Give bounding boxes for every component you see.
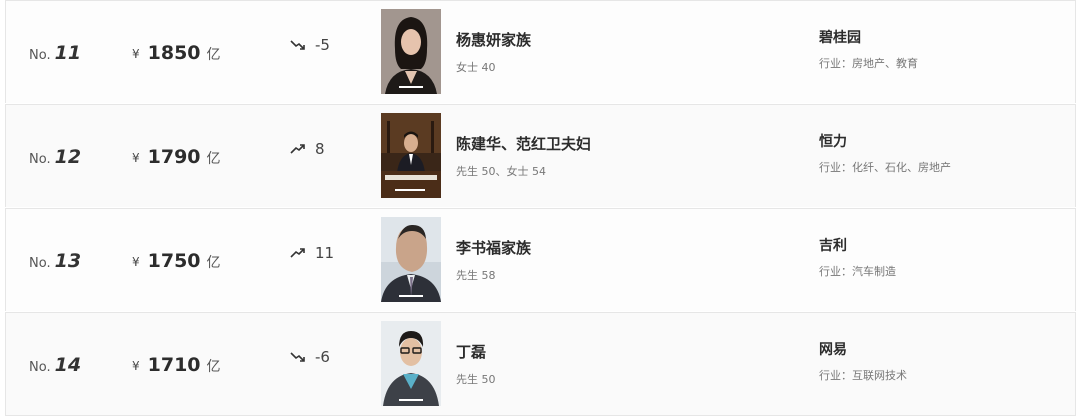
person-name[interactable]: 陈建华、范红卫夫妇 [456,133,591,155]
wealth: ¥ 1750 亿 [132,209,221,312]
rank: No. 12 [29,105,81,208]
wealth-amount: 1790 [147,145,201,168]
wealth-amount: 1750 [147,249,201,272]
person: 杨惠妍家族 女士 40 [456,29,531,75]
rank-prefix: No. [29,360,51,375]
person: 丁磊 先生 50 [456,341,496,387]
wealth-unit: 亿 [206,151,221,167]
rank-number: 11 [54,41,82,64]
wealth-unit: 亿 [206,359,221,375]
rank-change-value: 11 [315,243,335,262]
rank-change-value: -6 [315,347,330,366]
ranking-row[interactable]: No. 12 ¥ 1790 亿 8 陈建华、范红卫夫妇 先生 50、女士 54 … [5,104,1076,207]
rank-change: -6 [290,305,330,408]
industry: 行业：房地产、教育 [819,57,918,70]
currency-symbol: ¥ [132,255,140,269]
company-name[interactable]: 吉利 [819,236,896,256]
wealth: ¥ 1710 亿 [132,313,221,416]
rank-change: -5 [290,0,330,96]
person-photo[interactable] [381,321,441,406]
company: 恒力 行业：化纤、石化、房地产 [819,132,951,175]
wealth-unit: 亿 [206,47,221,63]
wealth-amount: 1850 [147,41,201,64]
wealth: ¥ 1790 亿 [132,105,221,208]
person-name[interactable]: 丁磊 [456,341,496,363]
wealth-unit: 亿 [206,255,221,271]
currency-symbol: ¥ [132,47,140,61]
trend-up-icon [290,143,305,154]
rank: No. 11 [29,1,81,104]
rank-prefix: No. [29,152,51,167]
rank-prefix: No. [29,256,51,271]
person-info: 女士 40 [456,61,496,74]
company-name[interactable]: 网易 [819,340,907,360]
industry: 行业：化纤、石化、房地产 [819,161,951,174]
rank: No. 13 [29,209,81,312]
company-name[interactable]: 恒力 [819,132,951,152]
rank-prefix: No. [29,48,51,63]
industry: 行业：汽车制造 [819,265,896,278]
currency-symbol: ¥ [132,151,140,165]
person-name[interactable]: 李书福家族 [456,237,531,259]
ranking-list: No. 11 ¥ 1850 亿 -5 杨惠妍家族 女士 40 碧桂园 行业：房地… [0,0,1080,419]
company: 碧桂园 行业：房地产、教育 [819,28,918,71]
wealth-amount: 1710 [147,353,201,376]
rank-change: 8 [290,97,325,200]
person-photo[interactable] [381,217,441,302]
person-photo[interactable] [381,9,441,94]
rank-number: 13 [54,249,82,272]
ranking-row[interactable]: No. 11 ¥ 1850 亿 -5 杨惠妍家族 女士 40 碧桂园 行业：房地… [5,0,1076,103]
trend-down-icon [290,39,305,50]
trend-down-icon [290,351,305,362]
rank-change: 11 [290,201,334,304]
person-info: 先生 50 [456,373,496,386]
company: 吉利 行业：汽车制造 [819,236,896,279]
wealth: ¥ 1850 亿 [132,1,221,104]
company: 网易 行业：互联网技术 [819,340,907,383]
rank-change-value: 8 [315,139,325,158]
ranking-row[interactable]: No. 13 ¥ 1750 亿 11 李书福家族 先生 58 吉利 行业：汽车制… [5,208,1076,311]
person: 李书福家族 先生 58 [456,237,531,283]
rank: No. 14 [29,313,81,416]
person-info: 先生 50、女士 54 [456,165,546,178]
rank-change-value: -5 [315,35,330,54]
person-info: 先生 58 [456,269,496,282]
currency-symbol: ¥ [132,359,140,373]
trend-up-icon [290,247,305,258]
rank-number: 14 [54,353,82,376]
person-name[interactable]: 杨惠妍家族 [456,29,531,51]
person-photo[interactable] [381,113,441,198]
company-name[interactable]: 碧桂园 [819,28,918,48]
rank-number: 12 [54,145,82,168]
ranking-row[interactable]: No. 14 ¥ 1710 亿 -6 丁磊 先生 50 网易 行业：互联网技术 [5,312,1076,416]
industry: 行业：互联网技术 [819,369,907,382]
person: 陈建华、范红卫夫妇 先生 50、女士 54 [456,133,591,179]
